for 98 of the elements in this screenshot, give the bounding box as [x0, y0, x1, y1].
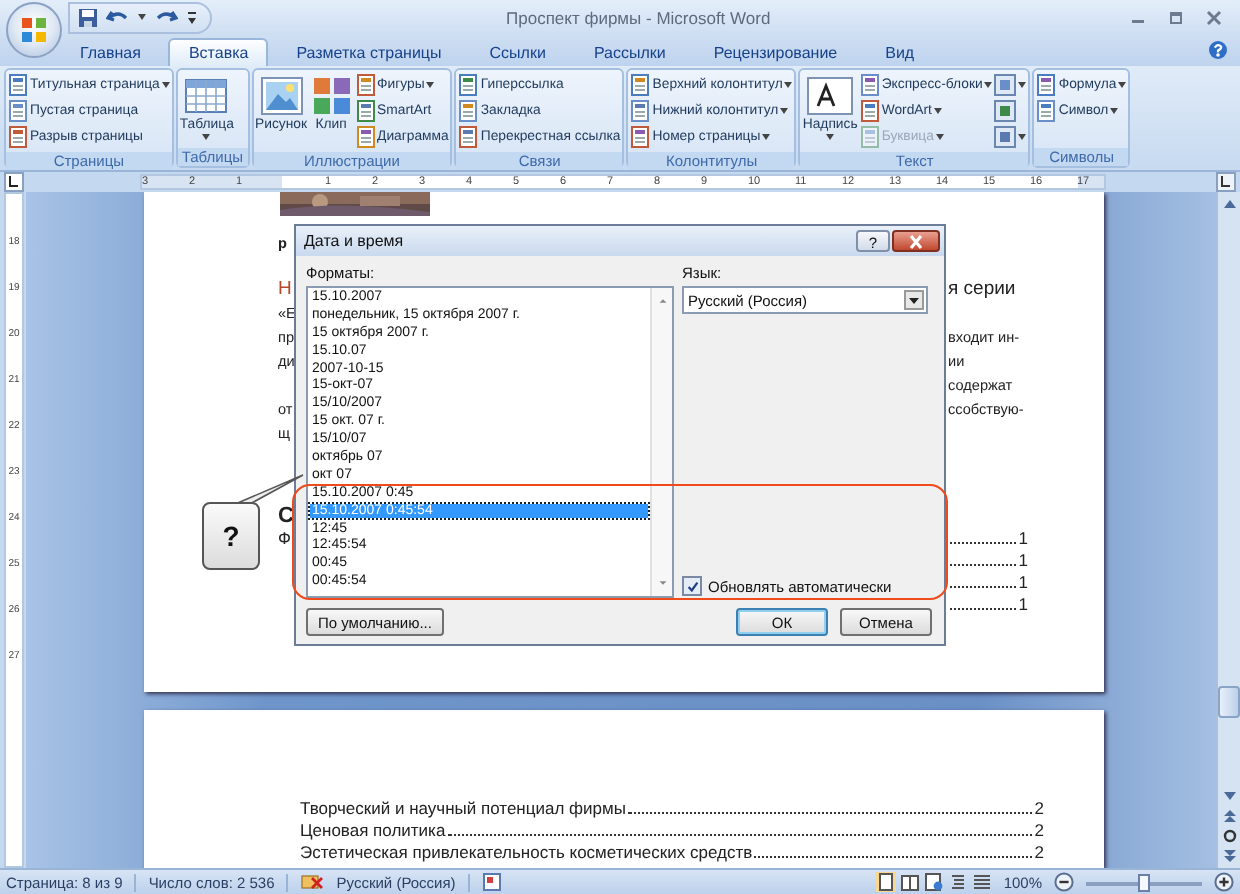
ribbon-tab[interactable]: Вставка: [168, 38, 269, 66]
caret-icon: [780, 108, 789, 114]
page-number: 1: [1018, 528, 1028, 550]
print-layout-icon[interactable]: [875, 872, 896, 892]
document-icon: [859, 74, 880, 96]
zoom-slider-thumb[interactable]: [1138, 873, 1150, 891]
text-fragment: Н: [278, 278, 292, 302]
book-icon[interactable]: [899, 872, 920, 892]
up-arrow-icon[interactable]: [655, 294, 669, 308]
callout: ?: [202, 502, 260, 570]
checkbox[interactable]: [682, 576, 702, 596]
ribbon-tab[interactable]: Рассылки: [573, 38, 686, 66]
circle-icon[interactable]: [1221, 828, 1237, 844]
caret-icon: [161, 82, 170, 88]
caret-icon: [1018, 134, 1027, 140]
office-button[interactable]: [6, 2, 62, 58]
document-icon: [8, 74, 28, 96]
document-icon: [458, 126, 479, 148]
ribbon-tab[interactable]: Вид: [865, 38, 935, 66]
text-fragment: я серии: [948, 278, 1016, 302]
caret-icon: [1110, 108, 1119, 114]
document-icon: [630, 126, 651, 148]
document-icon: [630, 74, 651, 96]
dialog-title: Дата и время: [304, 232, 404, 250]
ribbon-tab[interactable]: Главная: [60, 38, 161, 66]
down-arrow-icon[interactable]: [1221, 848, 1237, 864]
tab-stop-icon[interactable]: [4, 172, 24, 192]
caret-icon: [1018, 82, 1027, 88]
square-icon: [994, 100, 1017, 122]
window-title: Проспект фирмы - Microsoft Word: [506, 7, 771, 27]
document-icon: [8, 126, 28, 148]
caret-icon: [202, 134, 211, 140]
caret-icon: [426, 82, 435, 88]
save-icon[interactable]: [78, 7, 98, 27]
ribbon-button[interactable]: [994, 72, 1027, 98]
web-layout-icon[interactable]: [923, 872, 944, 892]
document-icon: [355, 100, 376, 122]
zoom-in-icon[interactable]: [1214, 872, 1234, 892]
caret-icon: [1118, 82, 1127, 88]
square-icon: [994, 74, 1017, 96]
up-arrow-icon[interactable]: [1221, 808, 1237, 824]
square-icon: [994, 126, 1017, 148]
caret-icon[interactable]: [138, 14, 146, 20]
caret-icon: [784, 82, 793, 88]
maximize-icon[interactable]: [1166, 7, 1186, 27]
draft-icon[interactable]: [971, 872, 992, 892]
scrollbar[interactable]: [1216, 192, 1240, 868]
page-number: 2: [1034, 820, 1044, 842]
toc-entry: Эстетическая привлекательность косметических средств: [300, 842, 753, 864]
scroll-thumb[interactable]: [1218, 686, 1240, 718]
ribbon-tab[interactable]: Рецензирование: [693, 38, 858, 66]
document-icon: [1036, 74, 1057, 96]
text-fragment: Ф: [278, 528, 291, 550]
document-icon: [859, 126, 880, 148]
customize-icon[interactable]: [186, 9, 198, 25]
close-icon: [906, 233, 926, 249]
document-icon: [1036, 100, 1057, 122]
caret-icon: [933, 108, 942, 114]
image-icon: [259, 76, 304, 116]
page-number: 1: [1018, 550, 1028, 572]
text-fragment: С: [278, 506, 294, 528]
down-arrow-icon[interactable]: [655, 576, 669, 590]
down-arrow-icon[interactable]: [1221, 788, 1237, 804]
caret-icon: [935, 134, 944, 140]
proofing-icon[interactable]: [300, 872, 325, 892]
toc-entry: Ценовая политика: [300, 820, 446, 842]
text-box-icon: [806, 76, 855, 116]
squares-icon: [22, 18, 46, 42]
toc-entry: Творческий и научный потенциал фирмы: [300, 798, 626, 820]
document-icon: [355, 126, 376, 148]
macro-icon[interactable]: [481, 872, 502, 892]
up-arrow-icon[interactable]: [1221, 196, 1237, 212]
page-number: 2: [1034, 798, 1044, 820]
document-icon: [355, 74, 376, 96]
page-number: 2: [1034, 842, 1044, 864]
help-icon[interactable]: [1208, 40, 1228, 60]
outline-icon[interactable]: [947, 872, 968, 892]
document-icon: [859, 100, 880, 122]
document-icon: [630, 100, 651, 122]
document-icon: [8, 100, 28, 122]
tiles-icon: [309, 76, 354, 116]
ribbon-tab[interactable]: Ссылки: [469, 38, 566, 66]
page-number: 1: [1018, 594, 1028, 616]
table-icon: [184, 76, 229, 116]
close-button[interactable]: [892, 230, 940, 252]
page-number: 1: [1018, 572, 1028, 594]
ribbon-button[interactable]: [994, 124, 1027, 150]
redo-icon[interactable]: [154, 7, 178, 27]
formats-list[interactable]: [306, 286, 674, 598]
close-icon[interactable]: [1204, 7, 1224, 27]
zoom-out-icon[interactable]: [1054, 872, 1074, 892]
undo-icon[interactable]: [106, 7, 130, 27]
ribbon-tab[interactable]: Разметка страницы: [276, 38, 462, 66]
document-icon: [458, 74, 479, 96]
caret-icon: [762, 134, 771, 140]
caret-icon: [826, 134, 835, 140]
document-icon: [458, 100, 479, 122]
ruler-icon[interactable]: [1216, 172, 1236, 192]
